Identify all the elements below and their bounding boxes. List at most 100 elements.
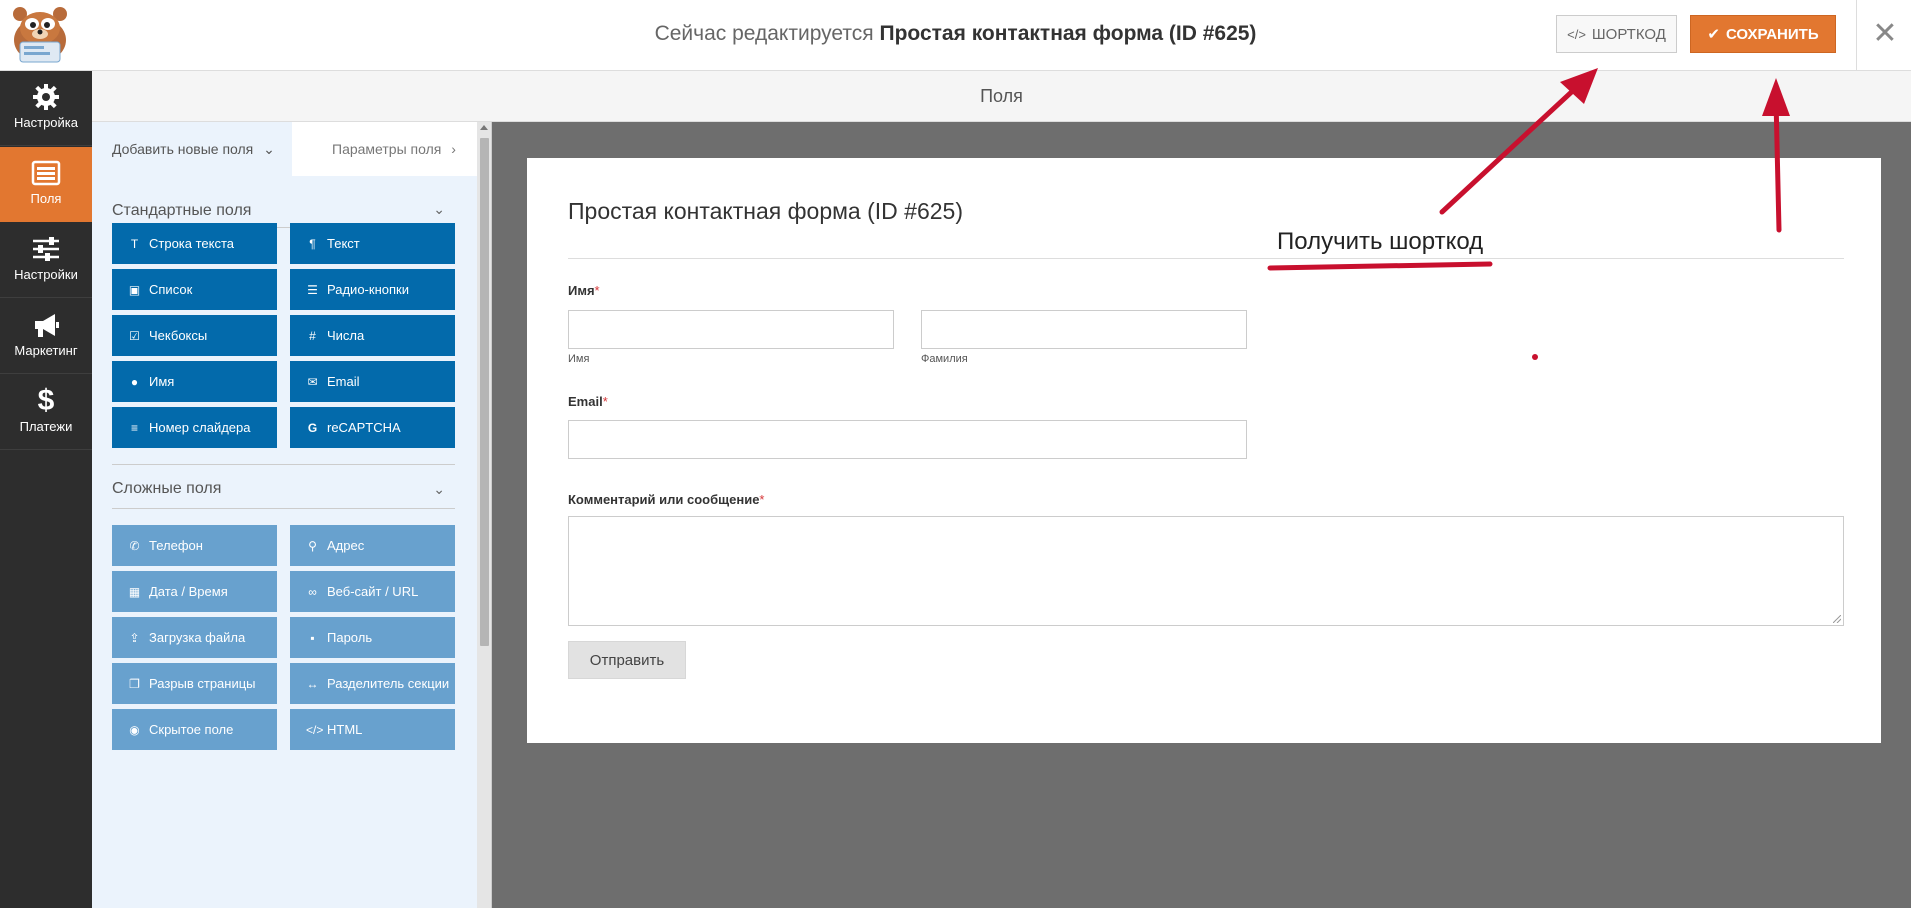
field-label: Пароль [327,630,373,645]
list-icon: ☰ [307,282,318,297]
nav-label-payments: Платежи [19,419,73,434]
field-button-recaptcha[interactable]: GreCAPTCHA [290,407,455,448]
field-button-text[interactable]: T Строка текста [112,223,277,264]
field-button-url[interactable]: ∞ Веб-сайт / URL [290,571,455,612]
link-icon: ∞ [308,584,317,599]
megaphone-icon [35,314,59,337]
nav-settings[interactable]: Настройки [0,223,92,298]
title-divider [568,258,1844,259]
submit-button[interactable]: Отправить [568,641,686,679]
last-name-input[interactable] [921,310,1247,349]
field-label: Разрыв страницы [149,676,256,691]
field-button-email[interactable]: ✉ Email [290,361,455,402]
shortcode-label: ШОРТКОД [1591,25,1666,43]
copy-icon: ❐ [129,676,140,691]
name-label-text: Имя [568,283,595,298]
field-button-file-upload[interactable]: ⇪ Загрузка файла [112,617,277,658]
field-label: Телефон [149,538,203,553]
tab-options-label: Параметры поля [332,141,442,157]
close-icon[interactable]: ✕ [1868,16,1902,52]
field-label: Список [149,282,193,297]
arrows-horizontal-icon: ↔ [306,676,319,691]
nav-label-fields: Поля [30,191,62,206]
last-name-sublabel: Фамилия [921,353,968,365]
field-button-password[interactable]: ▪ Пароль [290,617,455,658]
google-icon: G [307,420,318,435]
field-button-slider[interactable]: ≡ Номер слайдера [112,407,277,448]
calendar-icon: ▦ [128,584,141,599]
chevron-down-icon: ⌄ [263,141,275,157]
field-button-page-break[interactable]: ❐ Разрыв страницы [112,663,277,704]
scroll-up-arrow-icon[interactable] [480,125,488,130]
text-icon: T [130,236,139,251]
annotation-label: Получить шорткод [1277,228,1484,255]
field-label: Веб-сайт / URL [327,584,419,599]
sliders-icon: ≡ [130,420,138,435]
field-button-textarea[interactable]: ¶ Текст [290,223,455,264]
required-mark: * [602,394,608,409]
field-label: Дата / Время [149,584,228,599]
top-bar: Сейчас редактируется Простая контактная … [0,0,1911,71]
field-label: Email [327,374,360,389]
field-button-html[interactable]: </> HTML [290,709,455,750]
field-button-numbers[interactable]: # Числа [290,315,455,356]
required-mark: * [594,283,600,298]
field-button-checkbox[interactable]: ☑ Чекбоксы [112,315,277,356]
field-button-name[interactable]: ● Имя [112,361,277,402]
required-mark: * [759,492,765,507]
nav-fields[interactable]: Поля [0,147,92,222]
builder-sidebar: Настройка Поля Настройки Маркетинг $ Пла… [0,71,92,908]
sliders-icon [33,237,59,261]
standard-fields-header[interactable]: Стандартные поля ⌄ [112,176,455,228]
save-button[interactable]: ✔ СОХРАНИТЬ [1690,15,1836,53]
nav-payments[interactable]: $ Платежи [0,375,92,450]
tab-add-label: Добавить новые поля [112,141,254,157]
panel-scrollbar[interactable] [477,122,491,908]
email-input[interactable] [568,420,1247,459]
dollar-icon: $ [37,384,55,417]
nav-setup[interactable]: Настройка [0,71,92,146]
field-button-radio[interactable]: ☰ Радио-кнопки [290,269,455,310]
nav-marketing[interactable]: Маркетинг [0,299,92,374]
editing-prefix: Сейчас редактируется [654,22,874,45]
user-icon: ● [130,374,139,389]
field-button-phone[interactable]: ✆ Телефон [112,525,277,566]
field-button-address[interactable]: ⚲ Адрес [290,525,455,566]
first-name-input[interactable] [568,310,894,349]
paragraph-icon: ¶ [309,236,316,251]
message-textarea[interactable] [568,516,1844,626]
section-title: Поля [92,71,1911,122]
checkbox-icon: ☑ [129,328,140,343]
field-label: Имя [149,374,175,389]
field-label: Скрытое поле [149,722,234,737]
close-separator [1856,0,1857,71]
field-label: Загрузка файла [149,630,246,645]
tab-add-fields[interactable]: Добавить новые поля ⌄ [92,122,292,176]
fields-icon [31,160,61,186]
save-label: СОХРАНИТЬ [1725,25,1819,43]
message-label-text: Комментарий или сообщение [568,492,760,507]
field-label: Разделитель секции [327,676,450,691]
upload-icon: ⇪ [129,630,140,645]
lock-icon: ▪ [310,630,315,645]
resize-grip-icon[interactable] [1833,615,1841,623]
eye-icon: ◉ [129,722,140,737]
fancy-fields-title: Сложные поля [112,480,222,497]
tab-field-options[interactable]: Параметры поля › [292,122,477,176]
code-icon: </> [306,722,324,737]
form-preview[interactable]: Простая контактная форма (ID #625) Имя* … [527,158,1881,743]
shortcode-button[interactable]: </> ШОРТКОД [1556,15,1677,53]
nav-label-settings: Настройки [14,267,78,282]
field-button-section-divider[interactable]: ↔ Разделитель секции [290,663,455,704]
field-button-datetime[interactable]: ▦ Дата / Время [112,571,277,612]
fancy-fields-header[interactable]: Сложные поля ⌄ [112,474,455,509]
hash-icon: # [309,328,316,343]
field-button-hidden[interactable]: ◉ Скрытое поле [112,709,277,750]
scrollbar-thumb[interactable] [480,138,489,646]
field-label: Номер слайдера [149,420,251,435]
message-label: Комментарий или сообщение* [568,492,764,507]
field-button-dropdown[interactable]: ▣ Список [112,269,277,310]
email-label: Email* [568,394,608,409]
map-pin-icon: ⚲ [308,538,317,553]
nav-label-marketing: Маркетинг [14,343,78,358]
